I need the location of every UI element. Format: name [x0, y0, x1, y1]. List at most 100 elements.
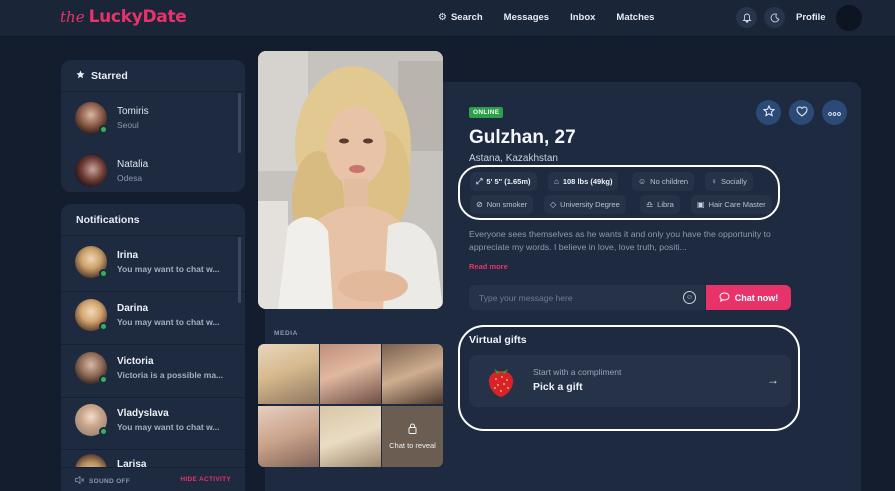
star-icon	[762, 104, 775, 120]
hide-activity-button[interactable]: HIDE ACTIVITY	[180, 476, 231, 483]
profile-location: Astana, Kazakhstan	[469, 153, 558, 164]
chat-to-reveal-label: Chat to reveal	[389, 441, 436, 450]
bell-icon[interactable]	[736, 7, 757, 28]
divider	[61, 91, 245, 92]
top-icons	[736, 7, 785, 28]
avatar	[75, 299, 108, 331]
nav-search-label: Search	[450, 12, 483, 23]
divider	[61, 397, 245, 398]
tag-label: Libra	[657, 200, 674, 209]
online-dot	[99, 427, 108, 436]
notification-message: You may want to chat w...	[117, 422, 220, 432]
notification-message: Victoria is a possible ma...	[117, 370, 224, 380]
notification-name: Irina	[117, 250, 139, 261]
starred-item[interactable]: Tomiris Seoul	[75, 101, 235, 135]
more-button[interactable]	[822, 100, 847, 125]
star-icon	[76, 70, 85, 82]
nav-inbox[interactable]: Inbox	[570, 12, 595, 23]
tag-zodiac: ♎ Libra	[640, 195, 680, 214]
scrollbar[interactable]	[238, 237, 241, 303]
notifications-footer: SOUND OFF HIDE ACTIVITY	[61, 467, 245, 491]
online-dot	[99, 375, 108, 384]
arrow-right-icon: →	[767, 373, 779, 387]
glass-icon: ♀	[711, 177, 717, 186]
weight-icon: ⌂	[554, 177, 559, 186]
media-thumbnail[interactable]	[320, 406, 381, 467]
notification-name: Darina	[117, 303, 149, 314]
more-options-icon	[828, 107, 841, 119]
avatar	[75, 404, 108, 436]
divider	[61, 291, 245, 292]
notification-item[interactable]: Vladyslava You may want to chat w...	[75, 403, 235, 437]
emoji-icon[interactable]: ☺	[683, 291, 696, 304]
profile-about: Everyone sees themselves as he wants it …	[469, 229, 771, 252]
notification-message: You may want to chat w...	[117, 317, 220, 327]
top-bar: the LuckyDate ⚙ Search Messages Inbox Ma…	[0, 0, 895, 37]
starred-item-city: Odesa	[117, 173, 143, 183]
starred-title: Starred	[76, 70, 128, 82]
tag-smoking: ⊘ Non smoker	[470, 195, 534, 214]
media-thumbnail[interactable]	[258, 344, 319, 404]
speaker-muted-icon	[75, 475, 85, 486]
profile-photo-image	[258, 51, 443, 309]
chat-now-button[interactable]: Chat now!	[706, 285, 791, 310]
no-smoking-icon: ⊘	[476, 200, 483, 209]
gift-subtitle: Start with a compliment	[533, 367, 622, 377]
status-badge: ONLINE	[469, 107, 504, 118]
avatar	[75, 454, 107, 468]
avatar	[75, 246, 108, 278]
logo-prefix: the	[60, 8, 85, 26]
media-thumbnail[interactable]	[382, 344, 443, 404]
nav-messages[interactable]: Messages	[504, 12, 549, 23]
tag-occupation: ▣ Hair Care Master	[691, 195, 772, 214]
starred-item-city: Seoul	[117, 120, 139, 130]
pick-gift-card[interactable]: Start with a compliment Pick a gift →	[469, 355, 791, 407]
profile-main-photo[interactable]	[258, 51, 443, 309]
star-button[interactable]	[756, 100, 781, 125]
tag-height: ⤢ 5' 5" (1.65m)	[470, 172, 537, 191]
main-nav: ⚙ Search Messages Inbox Matches	[438, 12, 654, 23]
lock-icon	[408, 423, 417, 436]
message-input[interactable]	[469, 285, 705, 310]
tag-label: 108 lbs (49kg)	[562, 177, 613, 186]
strawberry-icon	[483, 363, 519, 404]
logo[interactable]: the LuckyDate	[60, 7, 187, 29]
tag-weight: ⌂ 108 lbs (49kg)	[548, 172, 619, 191]
moon-icon[interactable]	[764, 7, 785, 28]
divider	[61, 235, 245, 236]
avatar	[75, 155, 107, 187]
chat-now-label: Chat now!	[734, 292, 779, 303]
notification-name: Victoria	[117, 356, 154, 367]
logo-name: LuckyDate	[88, 7, 187, 27]
gift-action-label: Pick a gift	[533, 381, 583, 393]
online-dot	[99, 125, 108, 134]
tag-label: University Degree	[560, 200, 620, 209]
media-gallery: Chat to reveal	[258, 344, 443, 467]
sound-toggle[interactable]: SOUND OFF	[75, 475, 130, 486]
read-more-link[interactable]: Read more	[469, 262, 508, 271]
nav-search[interactable]: ⚙ Search	[438, 12, 483, 23]
profile-actions	[756, 100, 847, 125]
divider	[61, 449, 245, 450]
tag-label: 5' 5" (1.65m)	[486, 177, 531, 186]
locked-media-thumbnail[interactable]: Chat to reveal	[382, 406, 443, 467]
notification-item[interactable]: Irina You may want to chat w...	[75, 245, 235, 279]
media-thumbnail[interactable]	[258, 406, 319, 467]
scrollbar[interactable]	[238, 93, 241, 153]
notifications-panel: Notifications Irina You may want to chat…	[61, 204, 245, 491]
tag-drinking: ♀ Socially	[705, 172, 753, 191]
notification-item[interactable]: Victoria Victoria is a possible ma...	[75, 351, 235, 385]
nav-matches[interactable]: Matches	[616, 12, 654, 23]
chat-bubble-icon	[719, 291, 730, 304]
profile-link[interactable]: Profile	[796, 12, 826, 23]
notification-item[interactable]: Larisa	[75, 454, 235, 468]
education-icon: ◇	[550, 200, 557, 209]
starred-item[interactable]: Natalia Odesa	[75, 154, 235, 188]
notification-item[interactable]: Darina You may want to chat w...	[75, 298, 235, 332]
zodiac-icon: ♎	[646, 200, 654, 209]
tag-label: Non smoker	[486, 200, 528, 209]
like-button[interactable]	[789, 100, 814, 125]
avatar[interactable]	[836, 5, 862, 31]
notification-message: You may want to chat w...	[117, 264, 220, 274]
media-thumbnail[interactable]	[320, 344, 381, 404]
